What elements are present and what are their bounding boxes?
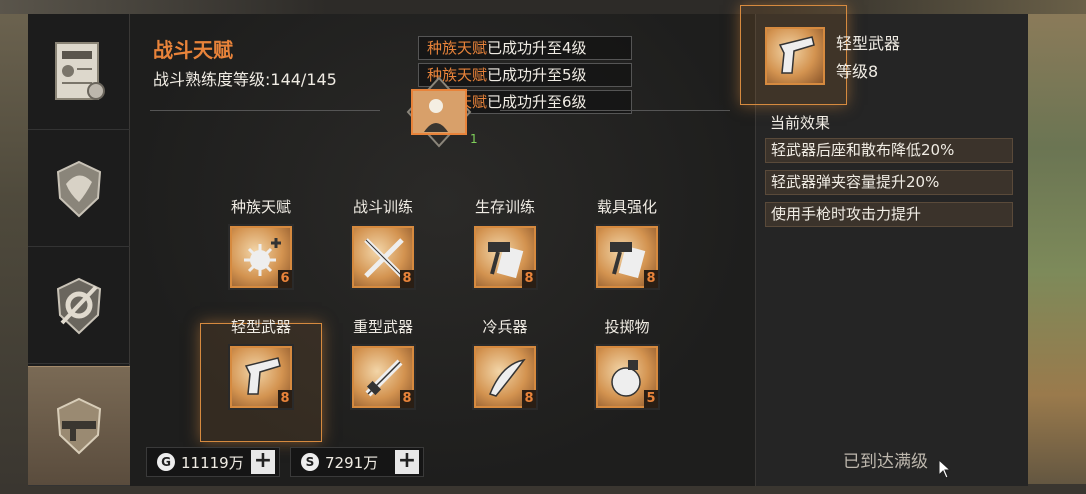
gold-currency: G 11119万 + [146, 447, 280, 477]
silver-amount: 7291万 [325, 453, 379, 472]
skill-heavy-weapons[interactable]: 重型武器 8 [318, 316, 448, 408]
detail-skill-icon [765, 27, 825, 85]
proficiency-level: 战斗熟练度等级:144/145 [153, 70, 337, 89]
skill-throwables[interactable]: 投掷物 5 [562, 316, 692, 408]
center-level: 1 [470, 132, 478, 146]
effect-item: 使用手枪时攻击力提升 [765, 202, 1013, 227]
background-top [0, 0, 1086, 14]
page-title: 战斗天赋 [153, 38, 233, 62]
effect-item: 轻武器后座和散布降低20% [765, 138, 1013, 163]
tab-gear[interactable] [28, 248, 130, 364]
category-sidebar [28, 14, 130, 486]
rifle-icon [56, 397, 102, 455]
gear-wrench-icon [56, 277, 102, 334]
certificate-icon [55, 41, 105, 100]
character-icon[interactable] [406, 76, 472, 148]
tab-shield[interactable] [28, 131, 130, 247]
background-left [0, 0, 28, 494]
level-badge: 8 [278, 390, 292, 408]
level-badge: 5 [644, 390, 658, 408]
level-badge: 8 [522, 390, 536, 408]
skill-light-weapons[interactable]: 轻型武器 8 [196, 316, 326, 408]
add-silver-button[interactable]: + [395, 450, 419, 474]
shield-wing-icon [56, 160, 102, 217]
effect-item: 轻武器弹夹容量提升20% [765, 170, 1013, 195]
level-badge: 8 [522, 270, 536, 288]
max-level-status: 已到达满级 [843, 452, 928, 472]
cursor-icon [938, 459, 952, 479]
skill-survival-training[interactable]: 生存训练 8 [440, 196, 570, 288]
skill-vehicle-upgrade[interactable]: 载具强化 8 [562, 196, 692, 288]
effects-heading: 当前效果 [770, 114, 831, 132]
silver-currency: S 7291万 + [290, 447, 424, 477]
divider [500, 110, 730, 111]
skill-race-talent[interactable]: 种族天赋 6 [196, 196, 326, 288]
add-gold-button[interactable]: + [251, 450, 275, 474]
detail-skill-level: 等级8 [836, 62, 879, 81]
gold-amount: 11119万 [181, 453, 244, 472]
gold-coin-icon: G [157, 453, 175, 471]
notice-item: 种族天赋已成功升至4级 [418, 36, 632, 60]
background-right [1028, 0, 1086, 494]
level-badge: 8 [644, 270, 658, 288]
divider [150, 110, 380, 111]
skill-melee-weapons[interactable]: 冷兵器 8 [440, 316, 570, 408]
silver-coin-icon: S [301, 453, 319, 471]
level-badge: 8 [400, 270, 414, 288]
pistol-icon [778, 36, 815, 74]
detail-skill-name: 轻型武器 [836, 34, 901, 53]
level-badge: 6 [278, 270, 292, 288]
skill-combat-training[interactable]: 战斗训练 8 [318, 196, 448, 288]
tab-weapons[interactable] [28, 366, 130, 486]
level-badge: 8 [400, 390, 414, 408]
tab-certificate[interactable] [28, 14, 130, 130]
